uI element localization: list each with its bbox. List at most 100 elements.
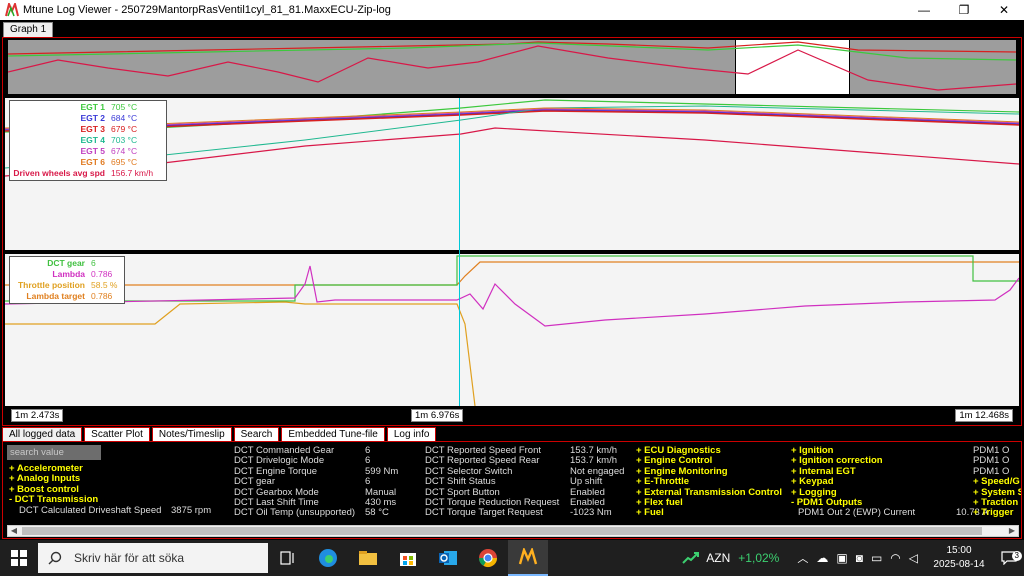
logged-data-panel: + Accelerometer+ Analog Inputs+ Boost co…: [2, 441, 1022, 539]
legend-row[interactable]: DCT gear 6: [13, 258, 121, 269]
legend-series-value: 695 °C: [111, 157, 138, 167]
time-cursor-line[interactable]: [459, 98, 460, 406]
windows-taskbar: Skriv här för att söka AZN +1,02% ︿ ☁ ▣ …: [0, 540, 1024, 576]
tab-log-info[interactable]: Log info: [386, 427, 437, 441]
mtune-logo-icon: [5, 3, 19, 17]
bottom-tab-strip: All logged data Scatter Plot Notes/Timesli…: [2, 427, 1022, 441]
time-axis: 1m 2.473s 1m 6.976s 1m 12.468s: [5, 408, 1019, 424]
tab-all-logged-data[interactable]: All logged data: [2, 427, 83, 441]
chevron-up-icon[interactable]: ︿: [797, 550, 808, 566]
dct-calculated-value: 3875 rpm: [171, 504, 212, 516]
title-bar: Mtune Log Viewer - 250729MantorpRasVenti…: [0, 0, 1024, 20]
tab-notes-timeslip[interactable]: Notes/Timeslip: [151, 427, 232, 441]
category-column-5: PDM1 O PDM1 O PDM1 O + Speed/G + System S + T…: [973, 445, 1021, 519]
category-column-4: + Ignition + Ignition correction + Interna…: [791, 445, 883, 508]
clock[interactable]: 15:00 2025-08-14: [924, 544, 994, 572]
edge-browser-icon[interactable]: [308, 540, 348, 576]
time-cursor-label: 1m 6.976s: [411, 409, 464, 422]
search-value-input[interactable]: [7, 445, 101, 460]
legend-series-name: DCT gear: [47, 258, 85, 268]
legend-series-value: 156.7 km/h: [111, 168, 154, 178]
scrollbar-thumb[interactable]: [22, 527, 982, 535]
system-tray: AZN +1,02% ︿ ☁ ▣ ◙ ▭ ◠ ◁ 15:00 2025-08-1…: [682, 540, 1024, 576]
windows-logo-icon: [11, 550, 27, 566]
time-end-label: 1m 12.468s: [955, 409, 1013, 422]
tab-search[interactable]: Search: [233, 427, 280, 441]
legend-series-name: Driven wheels avg spd: [13, 168, 105, 178]
search-icon: [48, 551, 62, 565]
legend-row[interactable]: Throttle position 58.5 %: [13, 280, 121, 291]
cloud-icon[interactable]: ☁: [816, 551, 828, 565]
start-button[interactable]: [0, 550, 38, 566]
legend-row[interactable]: EGT 5 674 °C: [13, 146, 163, 157]
dct-column-b: DCT Reported Speed Front 153.7 km/h DCT Re…: [425, 445, 624, 519]
taskbar-search-placeholder: Skriv här för att söka: [74, 551, 185, 565]
maximize-button[interactable]: ❐: [944, 0, 984, 20]
legend-series-value: 6: [91, 258, 96, 268]
window-title: Mtune Log Viewer - 250729MantorpRasVenti…: [23, 4, 391, 16]
legend-series-value: 679 °C: [111, 124, 138, 134]
task-view-icon[interactable]: [268, 540, 308, 576]
dct-plot-traces: [5, 255, 1019, 406]
stock-symbol[interactable]: AZN: [706, 551, 730, 565]
category-column-3: + ECU Diagnostics + Engine Control + Engin…: [636, 445, 782, 519]
overview-traces: [8, 41, 1016, 91]
legend-row[interactable]: Lambda 0.786: [13, 269, 121, 280]
category-item[interactable]: + Fuel: [636, 508, 782, 519]
legend-series-name: Lambda target: [26, 291, 85, 301]
taskbar-search-box[interactable]: Skriv här för att söka: [38, 543, 268, 573]
scroll-left-icon[interactable]: ◀: [8, 526, 20, 536]
dct-col-b-row[interactable]: DCT Torque Target Request -1023 Nm: [425, 507, 624, 519]
category-item[interactable]: + Trigger: [973, 508, 1021, 519]
legend-row[interactable]: EGT 2 684 °C: [13, 113, 163, 124]
legend-series-name: EGT 6: [80, 157, 105, 167]
egt-plot[interactable]: EGT 1 705 °C EGT 2 684 °C EGT 3 679 °C EGT 4 70…: [5, 98, 1019, 250]
network-icon[interactable]: ▣: [836, 551, 847, 565]
mtune-taskbar-icon[interactable]: [508, 540, 548, 576]
tab-scatter-plot[interactable]: Scatter Plot: [84, 427, 150, 441]
dct-col-b-name: DCT Torque Target Request: [425, 507, 543, 519]
trace-lambda-target: [5, 261, 1019, 286]
pdm1-out2-name: PDM1 Out 2 (EWP) Current: [798, 507, 916, 518]
stock-change[interactable]: +1,02%: [738, 551, 779, 565]
battery-icon[interactable]: ▭: [871, 551, 882, 565]
legend-row[interactable]: EGT 3 679 °C: [13, 124, 163, 135]
clock-date: 2025-08-14: [933, 559, 985, 570]
chrome-icon[interactable]: [468, 540, 508, 576]
trace-lambda: [5, 265, 1019, 327]
legend-row[interactable]: EGT 1 705 °C: [13, 102, 163, 113]
notifications-button[interactable]: 3: [994, 551, 1024, 565]
legend-row[interactable]: Driven wheels avg spd 156.7 km/h: [13, 168, 163, 179]
legend-series-name: Throttle position: [17, 280, 85, 290]
scroll-right-icon[interactable]: ▶: [1006, 526, 1018, 536]
trace-throttle: [5, 301, 476, 406]
tab-embedded-tune-file[interactable]: Embedded Tune-file: [281, 427, 385, 441]
legend-series-name: EGT 3: [80, 124, 105, 134]
dct-col-a-row[interactable]: DCT Oil Temp (unsupported) 58 °C: [234, 507, 398, 519]
file-explorer-icon[interactable]: [348, 540, 388, 576]
dct-legend: DCT gear 6 Lambda 0.786 Throttle position 58.…: [9, 256, 125, 304]
legend-row[interactable]: EGT 6 695 °C: [13, 157, 163, 168]
outlook-icon[interactable]: [428, 540, 468, 576]
dct-column-a: DCT Commanded Gear 6 DCT Drivelogic Mode 6 D…: [234, 445, 398, 519]
tab-graph-1[interactable]: Graph 1: [3, 22, 54, 37]
close-button[interactable]: ✕: [984, 0, 1024, 20]
wifi-icon[interactable]: ◠: [890, 551, 900, 565]
legend-row[interactable]: Lambda target 0.786: [13, 291, 121, 302]
volume-icon[interactable]: ◁: [909, 551, 918, 565]
camera-icon[interactable]: ◙: [856, 551, 863, 565]
dct-lambda-plot[interactable]: DCT gear 6 Lambda 0.786 Throttle position 58.…: [5, 254, 1019, 406]
dct-col-a-name: DCT Oil Temp (unsupported): [234, 507, 356, 519]
horizontal-scrollbar[interactable]: ◀ ▶: [7, 525, 1019, 537]
notification-count: 3: [1011, 551, 1022, 561]
minimize-button[interactable]: —: [904, 0, 944, 20]
category-column-1: + Accelerometer + Analog Inputs + Boost co…: [9, 463, 98, 506]
legend-series-name: EGT 4: [80, 135, 105, 145]
dct-calculated-name: DCT Calculated Driveshaft Speed: [19, 504, 162, 516]
overview-strip[interactable]: [8, 40, 1016, 94]
store-icon[interactable]: [388, 540, 428, 576]
legend-row[interactable]: EGT 4 703 °C: [13, 135, 163, 146]
dct-col-a-value: 58 °C: [365, 507, 389, 519]
legend-series-value: 0.786: [91, 269, 113, 279]
dct-col-b-value: -1023 Nm: [570, 507, 612, 519]
